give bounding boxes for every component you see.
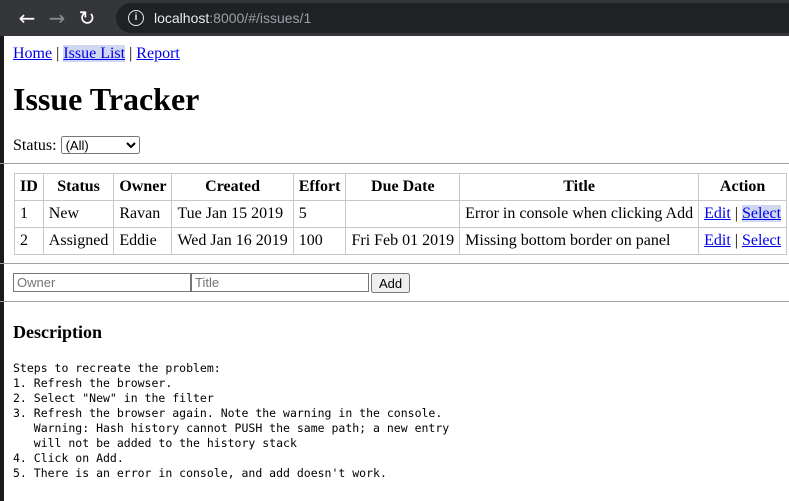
cell-id: 2 xyxy=(14,227,44,255)
nav-issue-list[interactable]: Issue List xyxy=(63,45,126,62)
status-filter: Status: (All) xyxy=(13,136,789,155)
column-header: Owner xyxy=(113,173,173,201)
table-row: 2 Assigned Eddie Wed Jan 16 2019 100 Fri Feb … xyxy=(14,227,788,255)
column-header: Created xyxy=(171,173,294,201)
cell-title: Error in console when clicking Add xyxy=(459,200,700,228)
browser-toolbar: ← → ↻ i localhost:8000/#/issues/1 xyxy=(0,0,789,36)
cell-created: Tue Jan 15 2019 xyxy=(171,200,294,228)
cell-due xyxy=(345,200,461,228)
reload-icon[interactable]: ↻ xyxy=(72,6,102,30)
column-header: Status xyxy=(42,173,115,201)
nav-home[interactable]: Home xyxy=(13,45,52,62)
background-window-edge xyxy=(0,36,4,501)
cell-effort: 5 xyxy=(292,200,347,228)
cell-status: New xyxy=(42,200,115,228)
cell-action: Edit | Select xyxy=(698,227,788,255)
column-header: ID xyxy=(14,173,44,201)
cell-effort: 100 xyxy=(292,227,347,255)
cell-owner: Ravan xyxy=(113,200,173,228)
add-button[interactable]: Add xyxy=(371,273,411,293)
description-heading: Description xyxy=(13,322,102,342)
edit-link[interactable]: Edit xyxy=(704,232,731,249)
page-title: Issue Tracker xyxy=(13,81,200,117)
description-text: Steps to recreate the problem: 1. Refres… xyxy=(13,361,450,480)
owner-input[interactable] xyxy=(13,273,191,292)
back-icon[interactable]: ← xyxy=(12,6,42,30)
column-header: Effort xyxy=(292,173,347,201)
cell-created: Wed Jan 16 2019 xyxy=(171,227,294,255)
divider xyxy=(0,163,789,164)
cell-action: Edit | Select xyxy=(698,200,788,228)
cell-id: 1 xyxy=(14,200,44,228)
cell-due: Fri Feb 01 2019 xyxy=(345,227,461,255)
select-link[interactable]: Select xyxy=(742,232,781,249)
edit-link[interactable]: Edit xyxy=(704,205,731,222)
issue-add-form: Add xyxy=(13,273,789,293)
info-icon[interactable]: i xyxy=(128,10,144,26)
column-header: Due Date xyxy=(345,173,461,201)
cell-title: Missing bottom border on panel xyxy=(459,227,700,255)
nav-report[interactable]: Report xyxy=(136,45,180,62)
cell-status: Assigned xyxy=(42,227,115,255)
forward-icon[interactable]: → xyxy=(42,6,72,30)
status-select[interactable]: (All) xyxy=(60,136,140,154)
issue-table: ID Status Owner Created Effort Due Date Title A… xyxy=(14,173,788,255)
divider xyxy=(0,301,789,302)
divider xyxy=(0,263,789,264)
address-bar[interactable]: i localhost:8000/#/issues/1 xyxy=(116,3,789,33)
title-input[interactable] xyxy=(191,273,369,292)
table-row: 1 New Ravan Tue Jan 15 2019 5 Error in consol… xyxy=(14,200,788,228)
column-header: Title xyxy=(459,173,700,201)
select-link[interactable]: Select xyxy=(741,205,782,222)
nav-bar: Home | Issue List | Report xyxy=(13,45,180,62)
column-header: Action xyxy=(698,173,788,201)
cell-owner: Eddie xyxy=(113,227,173,255)
